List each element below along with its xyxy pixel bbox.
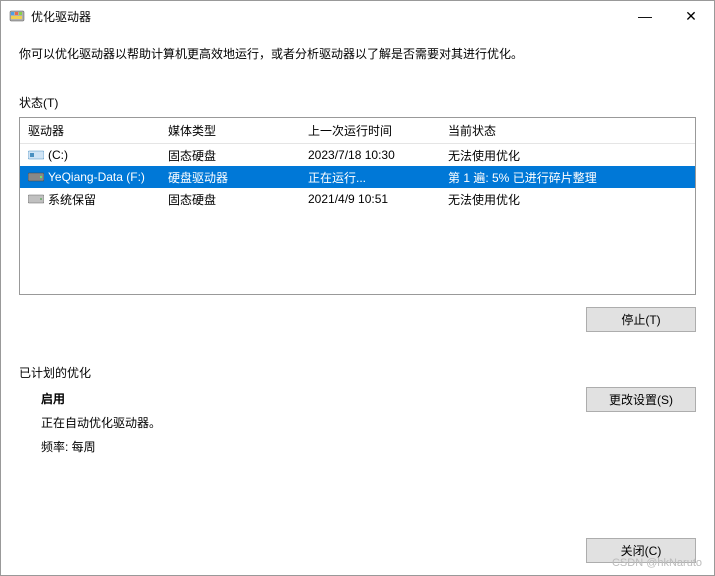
titlebar: 优化驱动器 — ✕ xyxy=(1,1,714,31)
drive-media: 硬盘驱动器 xyxy=(168,169,308,186)
footer: 关闭(C) xyxy=(19,538,696,563)
table-header: 驱动器 媒体类型 上一次运行时间 当前状态 xyxy=(20,118,695,144)
scheduled-heading: 已计划的优化 xyxy=(19,364,696,381)
drive-name: (C:) xyxy=(48,148,68,162)
content-area: 状态(T) 驱动器 媒体类型 上一次运行时间 当前状态 (C:) 固态硬盘 20… xyxy=(1,94,714,459)
col-header-drive[interactable]: 驱动器 xyxy=(28,122,168,139)
drive-status: 无法使用优化 xyxy=(448,191,687,208)
drive-name: 系统保留 xyxy=(48,191,96,208)
drives-table: 驱动器 媒体类型 上一次运行时间 当前状态 (C:) 固态硬盘 2023/7/1… xyxy=(19,117,696,295)
drive-status: 无法使用优化 xyxy=(448,147,687,164)
scheduled-auto-text: 正在自动优化驱动器。 xyxy=(41,411,161,435)
table-row[interactable]: 系统保留 固态硬盘 2021/4/9 10:51 无法使用优化 xyxy=(20,188,695,210)
change-settings-button[interactable]: 更改设置(S) xyxy=(586,387,696,412)
hdd-drive-icon xyxy=(28,171,44,183)
window-title: 优化驱动器 xyxy=(31,8,622,25)
drive-status: 第 1 遍: 5% 已进行碎片整理 xyxy=(448,169,687,186)
scheduled-details: 启用 正在自动优化驱动器。 频率: 每周 xyxy=(19,387,161,459)
hdd-drive-icon xyxy=(28,193,44,205)
close-window-button[interactable]: ✕ xyxy=(668,1,714,31)
app-icon xyxy=(9,8,25,24)
defrag-window: 优化驱动器 — ✕ 你可以优化驱动器以帮助计算机更高效地运行，或者分析驱动器以了… xyxy=(0,0,715,576)
ssd-drive-icon xyxy=(28,149,44,161)
titlebar-buttons: — ✕ xyxy=(622,1,714,31)
drive-name: YeQiang-Data (F:) xyxy=(48,170,145,184)
drive-lastrun: 正在运行... xyxy=(308,169,448,186)
description-text: 你可以优化驱动器以帮助计算机更高效地运行，或者分析驱动器以了解是否需要对其进行优… xyxy=(1,31,714,68)
scheduled-section: 已计划的优化 启用 正在自动优化驱动器。 频率: 每周 更改设置(S) xyxy=(19,364,696,459)
drive-lastrun: 2021/4/9 10:51 xyxy=(308,192,448,206)
scheduled-freq-text: 频率: 每周 xyxy=(41,435,161,459)
drive-media: 固态硬盘 xyxy=(168,147,308,164)
action-buttons: 停止(T) xyxy=(19,307,696,332)
status-label: 状态(T) xyxy=(19,94,696,111)
col-header-status[interactable]: 当前状态 xyxy=(448,122,687,139)
stop-button[interactable]: 停止(T) xyxy=(586,307,696,332)
close-button[interactable]: 关闭(C) xyxy=(586,538,696,563)
drive-lastrun: 2023/7/18 10:30 xyxy=(308,148,448,162)
table-row[interactable]: YeQiang-Data (F:) 硬盘驱动器 正在运行... 第 1 遍: 5… xyxy=(20,166,695,188)
minimize-button[interactable]: — xyxy=(622,1,668,31)
scheduled-enabled: 启用 xyxy=(41,387,161,411)
drive-media: 固态硬盘 xyxy=(168,191,308,208)
table-row[interactable]: (C:) 固态硬盘 2023/7/18 10:30 无法使用优化 xyxy=(20,144,695,166)
col-header-media[interactable]: 媒体类型 xyxy=(168,122,308,139)
col-header-lastrun[interactable]: 上一次运行时间 xyxy=(308,122,448,139)
